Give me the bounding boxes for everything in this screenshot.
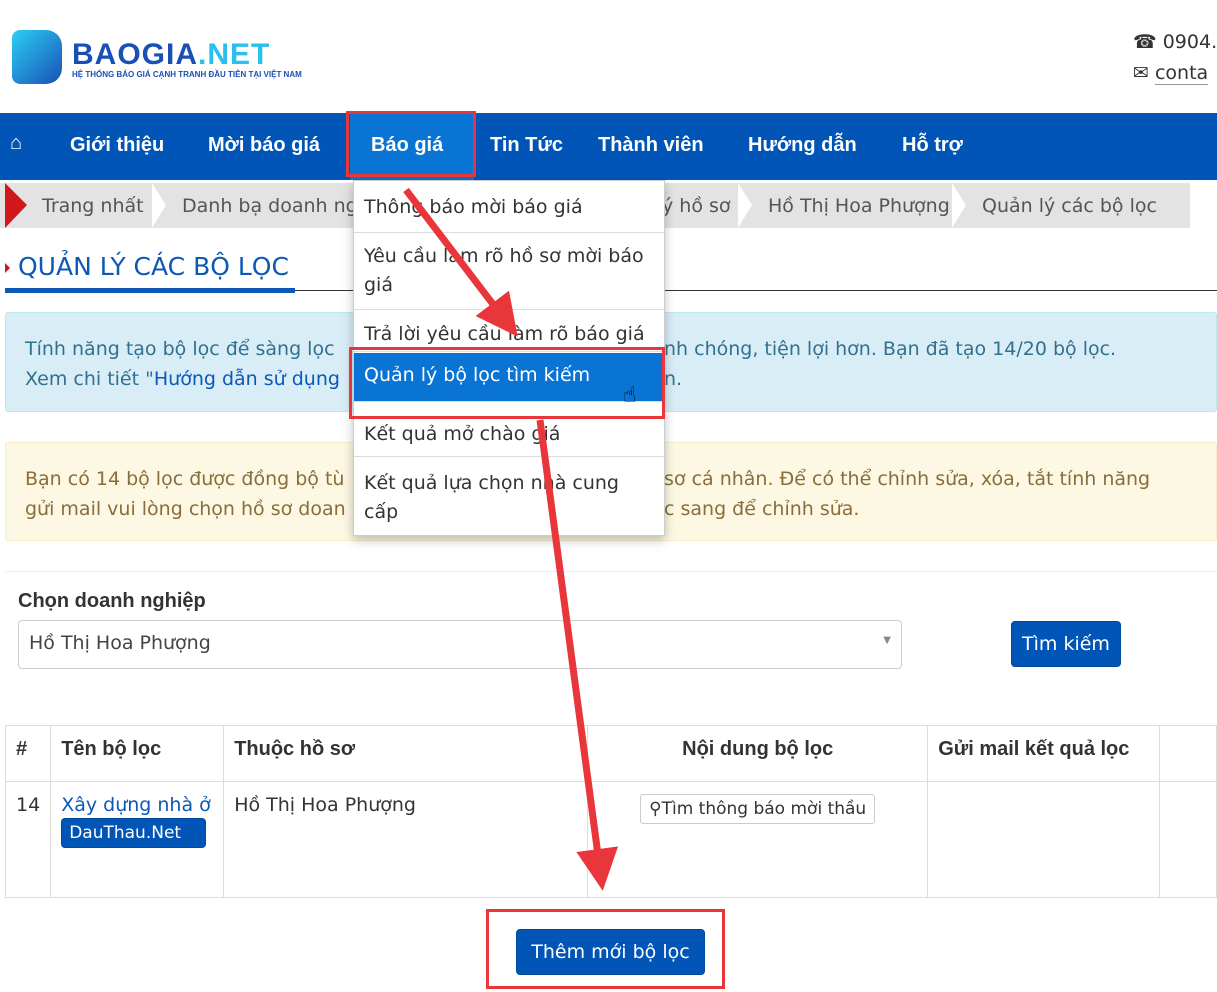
arrow — [536, 419, 619, 891]
annotation-arrows — [403, 187, 619, 891]
arrow — [403, 187, 518, 337]
